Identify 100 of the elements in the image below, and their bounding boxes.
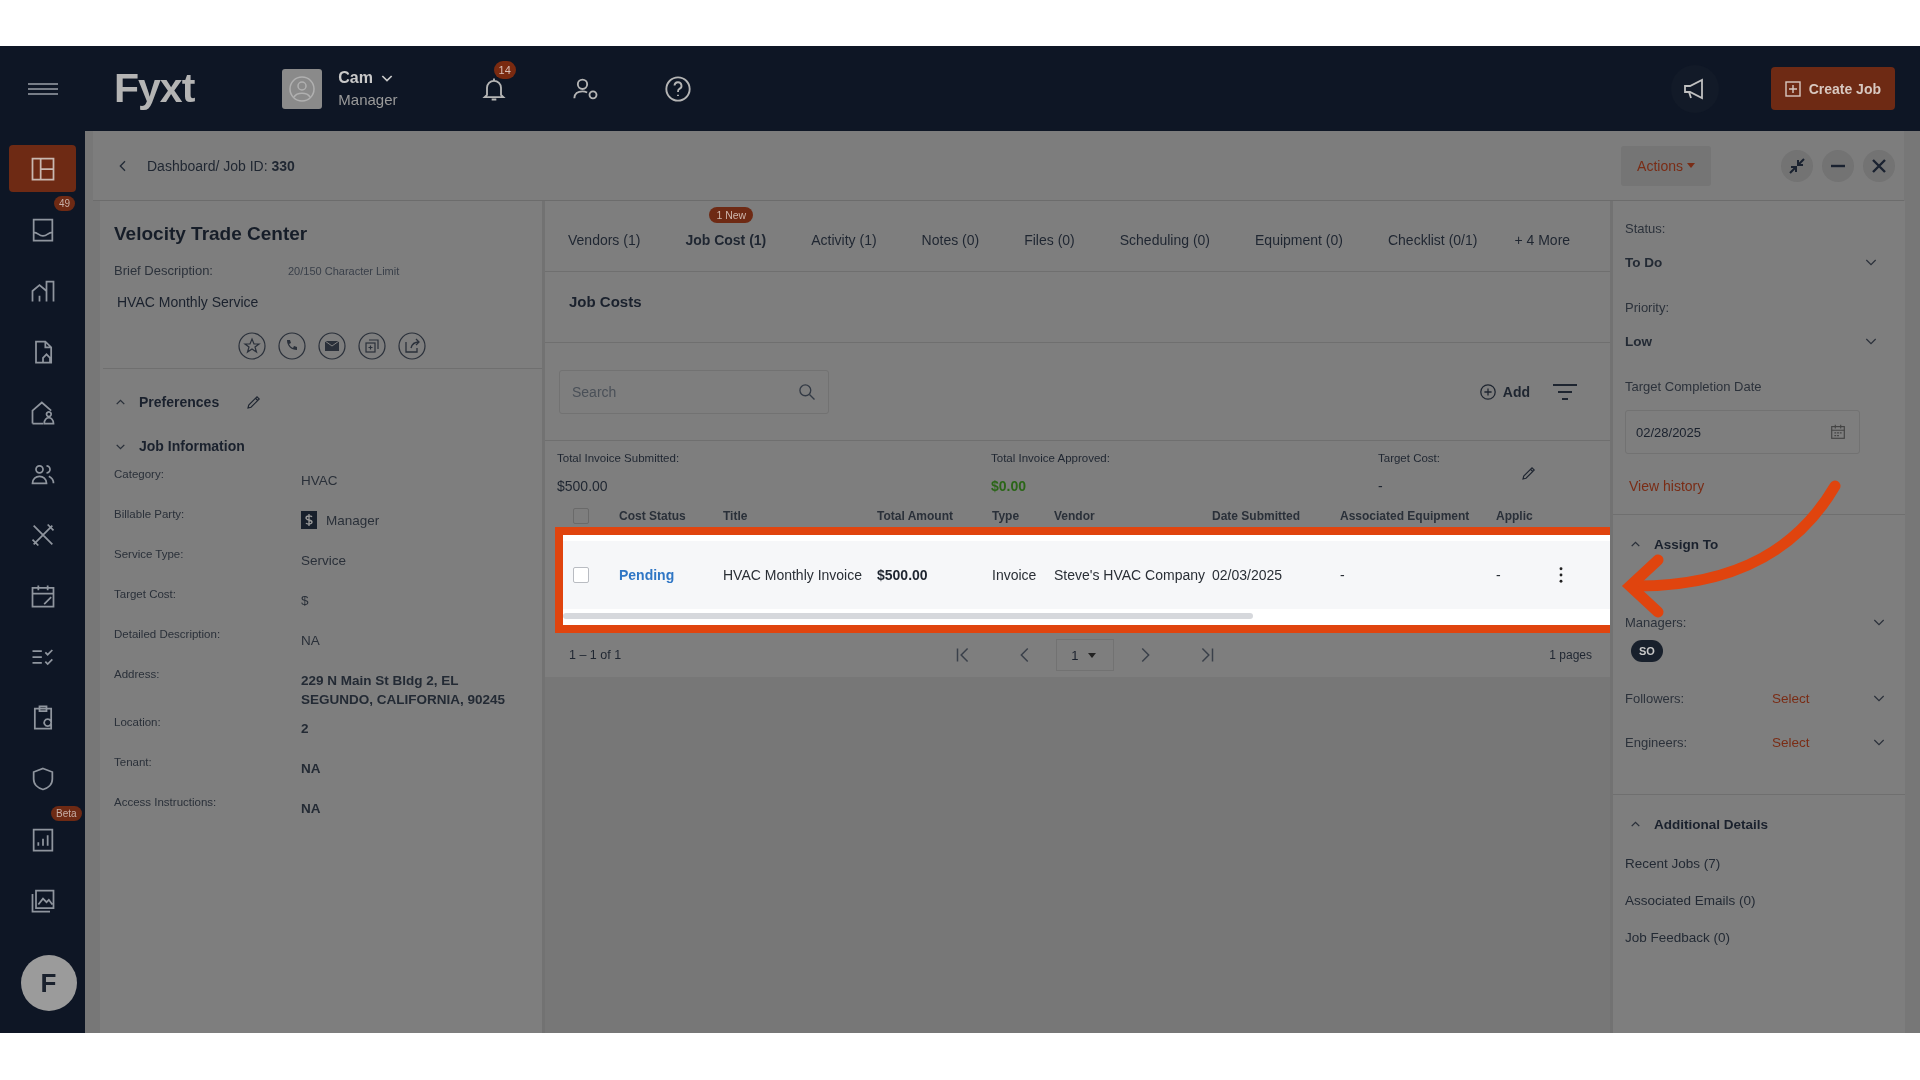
field-label: Priority: [1625,300,1671,315]
page-select[interactable]: 1 [1056,639,1115,671]
count-badge: Beta [51,806,82,821]
table-cell-text: - [1496,567,1502,583]
tab[interactable]: Scheduling (0) [1119,232,1211,248]
field-label: Target Completion Date [1625,379,1763,394]
field-label: Tenant: [114,755,153,770]
logo[interactable]: Fyxt [114,65,195,112]
create-job-button[interactable]: Create Job [1770,67,1895,110]
table-cell-text: Steve's HVAC Company [1054,567,1207,583]
total-value: $0.00 [991,478,1028,494]
user-role: Manager [338,91,398,108]
receipt-icon [301,511,317,529]
sidebar-item[interactable] [9,145,76,192]
tab[interactable]: Vendors (1) [568,232,641,248]
date-field[interactable]: 02/28/2025 [1625,410,1860,454]
more-tabs-link[interactable]: + 4 More [1514,224,1571,248]
scrollbar[interactable] [563,613,1253,619]
minimize-icon[interactable] [1822,149,1854,182]
panel-title: Job Costs [569,292,642,310]
help-icon[interactable] [663,74,692,103]
detail-link[interactable]: Recent Jobs (7) [1625,856,1721,871]
view-history-link[interactable]: View history [1629,478,1705,494]
total-label: Total Invoice Submitted: [557,452,681,464]
user-avatar[interactable]: F [20,955,77,1011]
select-dropdown[interactable]: Select [1772,734,1810,750]
checkbox[interactable] [573,567,589,583]
column-header[interactable]: Associated Equipment [1340,509,1496,523]
column-header[interactable]: Date Submitted [1212,509,1340,523]
brief-description: HVAC Monthly Service [117,294,260,310]
section-title[interactable]: Assign To [1654,537,1719,552]
filter-icon[interactable] [1552,382,1578,401]
search-icon[interactable] [797,381,817,402]
column-header[interactable]: Cost Status [619,509,723,523]
more-icon[interactable] [1558,566,1564,584]
tab[interactable]: Activity (1) [811,232,877,248]
actions-button[interactable]: Actions [1621,145,1711,186]
user-chip[interactable]: SO [1631,640,1663,662]
tab[interactable]: Job Cost (1) [685,232,767,248]
tab[interactable]: Notes (0) [921,232,980,248]
table-row[interactable]: Pending HVAC Monthly Invoice $500.00 Invoice Steve's HVAC Company 02/03/2025 - - [563,541,1610,609]
field-label: Managers: [1625,614,1687,630]
column-header[interactable]: Title [723,509,877,523]
page-count: 1 pages [1549,648,1592,662]
field-label: Category: [114,467,165,482]
column-header[interactable]: Vendor [1054,509,1212,523]
table-cell-text: HVAC Monthly Invoice [723,567,863,583]
job-title: Velocity Trade Center [114,223,309,245]
field-label: Followers: [1625,690,1686,706]
select-dropdown[interactable]: Select [1772,690,1810,706]
tab[interactable]: Equipment (0) [1255,232,1343,248]
status-dropdown[interactable]: To Do [1625,254,1887,270]
priority-dropdown[interactable]: Low [1625,333,1887,349]
close-icon[interactable] [1863,149,1895,182]
table-cell-text: Invoice [992,567,1038,583]
field-value: 229 N Main St Bldg 2, EL SEGUNDO, CALIFORNIA, 90245 [301,672,507,709]
tab[interactable]: Files (0) [1024,232,1075,248]
range-text: 1 – 1 of 1 [569,648,622,662]
tab[interactable]: Checklist (0/1) [1387,232,1478,248]
pencil-icon[interactable] [1520,464,1538,482]
menu-icon[interactable] [28,82,58,95]
field-label: Location: [114,715,162,730]
collapse-icon[interactable] [1781,149,1813,182]
character-limit: 20/150 Character Limit [288,265,400,277]
column-header[interactable]: Applic [1496,509,1558,523]
new-badge: 1 New [709,207,754,223]
field-value: Manager [326,512,380,530]
total-value: $500.00 [557,478,609,494]
field-value: NA [301,760,321,778]
field-label: Target Cost: [114,587,177,602]
detail-link[interactable]: Job Feedback (0) [1625,930,1731,945]
notification-badge: 14 [493,60,516,79]
breadcrumb: Dashboard/ Job ID: 330 [147,157,295,174]
field-label: Billable Party: [114,507,186,522]
add-button[interactable]: Add [1478,382,1530,401]
calendar-icon[interactable] [1829,423,1847,441]
field-value: 2 [301,720,309,738]
caret-icon [1687,163,1695,168]
total-label: Total Invoice Approved: [991,452,1111,464]
section-title[interactable]: Additional Details [1654,817,1768,832]
mail-icon[interactable] [318,332,346,360]
detail-link[interactable]: Associated Emails (0) [1625,893,1756,908]
total-label: Target Cost: [1378,452,1440,464]
field-value: NA [301,632,320,650]
total-value: - [1378,478,1384,494]
phone-icon[interactable] [278,332,306,360]
field-label: Service Type: [114,547,185,562]
table-cell-text: - [1340,567,1346,583]
section-title[interactable]: Preferences [139,394,220,410]
copy-icon[interactable] [358,332,386,360]
field-label: Status: [1625,221,1667,236]
user-name[interactable]: Cam [338,69,373,87]
status-link[interactable]: Pending [619,567,723,583]
field-label: Engineers: [1625,734,1689,750]
column-header[interactable]: Total Amount [877,509,992,523]
share-icon[interactable] [398,332,426,360]
avatar-icon[interactable] [282,68,323,109]
section-title[interactable]: Job Information [139,438,245,454]
column-header[interactable]: Type [992,509,1054,523]
field-value: Service [301,552,346,570]
